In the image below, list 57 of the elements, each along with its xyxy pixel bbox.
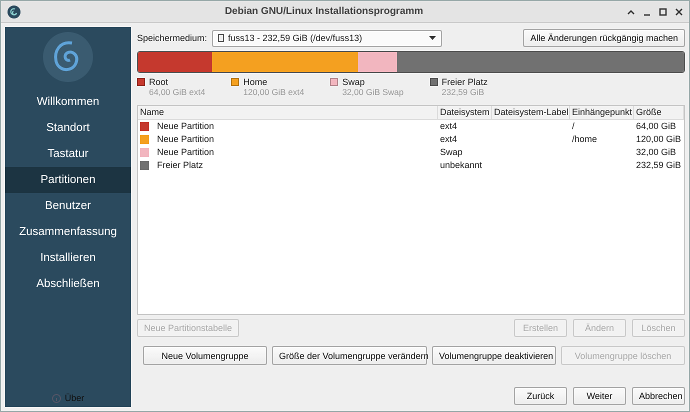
dropdown-arrow-icon bbox=[429, 36, 436, 40]
column-header[interactable]: Dateisystem bbox=[438, 106, 492, 119]
legend-swatch bbox=[137, 78, 145, 86]
table-cell-text: Neue Partition bbox=[156, 120, 214, 133]
volume-button[interactable]: Größe der Volumengruppe verändern bbox=[272, 346, 427, 365]
nav-button[interactable]: Zurück bbox=[514, 387, 567, 405]
storage-label: Speichermedium: bbox=[137, 33, 208, 43]
sidebar-item[interactable]: Tastatur bbox=[5, 141, 131, 167]
table-cell-text: /home bbox=[571, 133, 598, 146]
table-cell-text: Freier Platz bbox=[156, 159, 204, 172]
app-icon bbox=[7, 4, 21, 18]
table-cell-text: ext4 bbox=[439, 133, 458, 146]
table-cell-text: Neue Partition bbox=[156, 133, 214, 146]
legend-label: Freier Platz bbox=[442, 77, 488, 87]
revert-button[interactable]: Alle Änderungen rückgängig machen bbox=[523, 29, 685, 47]
table-cell-text: ext4 bbox=[439, 120, 458, 133]
table-cell-text: 32,00 GiB bbox=[635, 146, 678, 159]
table-cell-text: / bbox=[571, 120, 576, 133]
sidebar-item[interactable]: Willkommen bbox=[5, 89, 131, 115]
nav-button[interactable]: Abbrechen bbox=[632, 387, 685, 405]
maximize-icon[interactable] bbox=[659, 8, 667, 16]
table-cell-text: 64,00 GiB bbox=[635, 120, 678, 133]
legend-detail: 120,00 GiB ext4 bbox=[243, 87, 304, 97]
legend-swatch bbox=[430, 78, 438, 86]
chevron-up-icon[interactable] bbox=[627, 8, 635, 14]
legend-label: Root bbox=[149, 77, 170, 87]
window-title: Debian GNU/Linux Installationsprogramm bbox=[224, 6, 424, 17]
drive-icon bbox=[218, 34, 224, 42]
table-cell-text: 232,59 GiB bbox=[635, 159, 682, 172]
legend-detail: 64,00 GiB ext4 bbox=[149, 87, 206, 97]
table-cell-text: Swap bbox=[439, 146, 464, 159]
sidebar-item[interactable]: Partitionen bbox=[5, 167, 131, 193]
info-icon bbox=[52, 394, 61, 402]
volume-button[interactable]: Neue Volumengruppe bbox=[143, 346, 267, 365]
table-cell-text: unbekannt bbox=[439, 159, 484, 172]
swirl-logo bbox=[42, 31, 94, 83]
volume-button[interactable]: Volumengruppe deaktivieren bbox=[432, 346, 556, 365]
column-header[interactable]: Dateisystem-Label bbox=[492, 106, 570, 119]
sidebar-item[interactable]: Zusammenfassung bbox=[5, 219, 131, 245]
legend-swatch bbox=[330, 78, 338, 86]
legend-detail: 32,00 GiB Swap bbox=[342, 87, 404, 97]
legend-label: Swap bbox=[342, 77, 366, 87]
sidebar-item[interactable]: Standort bbox=[5, 115, 131, 141]
sidebar-item[interactable]: Abschließen bbox=[5, 271, 131, 297]
sidebar-item[interactable]: Benutzer bbox=[5, 193, 131, 219]
table-cell-text: 120,00 GiB bbox=[635, 133, 682, 146]
legend-label: Home bbox=[243, 77, 268, 87]
legend-swatch bbox=[231, 78, 240, 86]
column-header[interactable]: Größe bbox=[634, 106, 684, 119]
sidebar-item[interactable]: Installieren bbox=[5, 245, 131, 271]
column-header[interactable]: Name bbox=[138, 106, 438, 119]
legend-detail: 232,59 GiB bbox=[442, 87, 486, 97]
nav-button[interactable]: Weiter bbox=[573, 387, 626, 405]
storage-dropdown[interactable]: fuss13 - 232,59 GiB (/dev/fuss13) bbox=[212, 30, 442, 46]
table-cell-text: Neue Partition bbox=[156, 146, 214, 159]
column-header[interactable]: Einhängepunkt bbox=[570, 106, 634, 119]
close-icon[interactable] bbox=[675, 8, 683, 16]
